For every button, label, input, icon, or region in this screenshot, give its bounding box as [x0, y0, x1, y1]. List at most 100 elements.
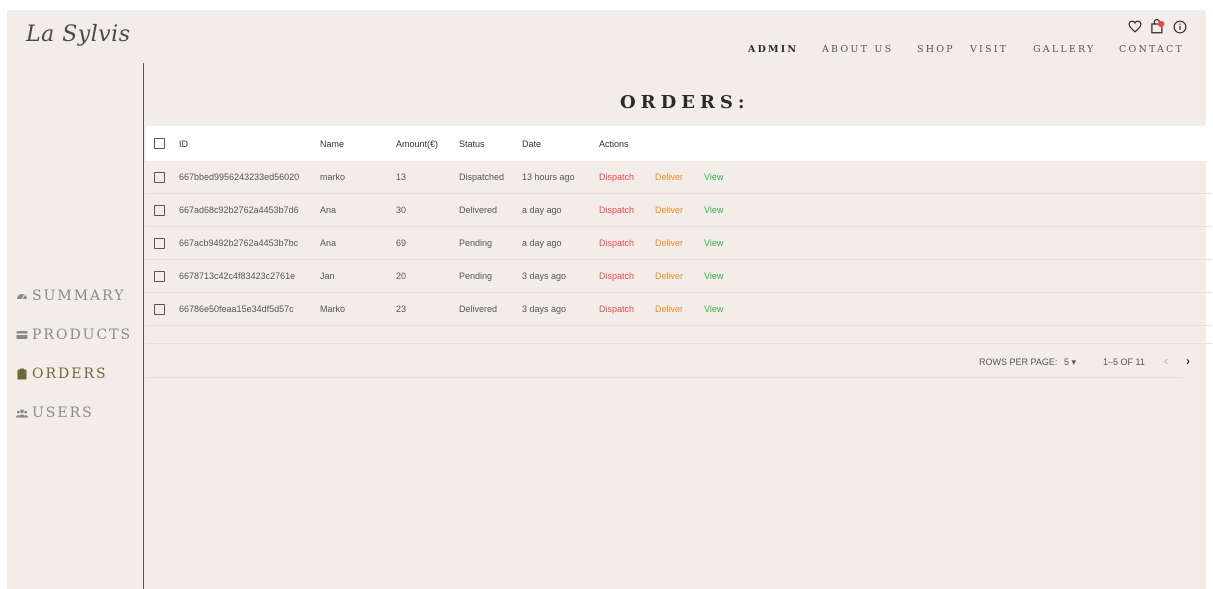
view-button[interactable]: View: [704, 271, 723, 281]
order-date: 13 hours ago: [522, 172, 575, 182]
table-spacer: [146, 326, 1212, 344]
order-status: Delivered: [459, 205, 498, 215]
deliver-button[interactable]: Deliver: [655, 205, 683, 215]
row-checkbox[interactable]: [154, 204, 165, 216]
nav-about-us[interactable]: ABOUT US: [822, 44, 917, 55]
deliver-button[interactable]: Deliver: [655, 304, 683, 314]
order-actions: Dispatch Deliver View: [599, 304, 744, 314]
column-header-id[interactable]: ID: [179, 139, 320, 149]
order-amount: 20: [396, 271, 407, 281]
order-date: a day ago: [522, 238, 562, 248]
column-header-date[interactable]: Date: [522, 139, 599, 149]
view-button[interactable]: View: [704, 304, 723, 314]
dispatch-button[interactable]: Dispatch: [599, 172, 634, 182]
deliver-button[interactable]: Deliver: [655, 172, 683, 182]
deliver-button[interactable]: Deliver: [655, 238, 683, 248]
table-header: ID Name Amount(€) Status Date Actions: [146, 126, 1212, 161]
order-name: Ana: [320, 238, 337, 248]
previous-page-button[interactable]: ‹: [1164, 354, 1168, 368]
main-nav: ADMIN ABOUT US SHOP VISIT GALLERY CONTAC…: [748, 44, 1184, 55]
heart-icon[interactable]: [1128, 20, 1142, 33]
sidebar-divider: [143, 63, 144, 589]
order-status: Delivered: [459, 304, 498, 314]
row-checkbox[interactable]: [154, 237, 165, 249]
nav-gallery[interactable]: GALLERY: [1033, 44, 1119, 55]
order-name: Jan: [320, 271, 335, 281]
select-all-checkbox[interactable]: [154, 138, 165, 149]
next-page-button[interactable]: ›: [1186, 354, 1190, 368]
order-date: 3 days ago: [522, 271, 567, 281]
column-header-amount[interactable]: Amount(€): [396, 139, 459, 149]
order-name: Marko: [320, 304, 346, 314]
nav-visit[interactable]: VISIT: [970, 44, 1033, 55]
order-status: Pending: [459, 238, 493, 248]
clipboard-icon: [16, 368, 28, 380]
users-icon: [16, 407, 28, 419]
row-checkbox[interactable]: [154, 171, 165, 183]
order-actions: Dispatch Deliver View: [599, 172, 744, 182]
deliver-button[interactable]: Deliver: [655, 271, 683, 281]
dispatch-button[interactable]: Dispatch: [599, 304, 634, 314]
dispatch-button[interactable]: Dispatch: [599, 271, 634, 281]
order-date: a day ago: [522, 205, 562, 215]
sidebar-item-summary[interactable]: SUMMARY: [16, 286, 132, 306]
nav-shop[interactable]: SHOP: [917, 44, 970, 55]
view-button[interactable]: View: [704, 238, 723, 248]
page-title: ORDERS:: [620, 92, 750, 113]
order-name: Ana: [320, 205, 337, 215]
nav-contact[interactable]: CONTACT: [1119, 44, 1184, 55]
order-id: 667bbed9956243233ed56020: [179, 172, 300, 182]
order-id: 667ad68c92b2762a4453b7d6: [179, 205, 299, 215]
table-row: 667bbed9956243233ed56020 marko 13 Dispat…: [146, 161, 1212, 194]
order-date: 3 days ago: [522, 304, 567, 314]
pagination-range: 1–5 OF 11: [1103, 357, 1145, 367]
row-checkbox[interactable]: [154, 303, 165, 315]
sidebar-item-label: ORDERS: [32, 366, 108, 382]
column-header-status[interactable]: Status: [459, 139, 522, 149]
info-icon[interactable]: [1173, 20, 1187, 34]
order-amount: 69: [396, 238, 407, 248]
sidebar-item-orders[interactable]: ORDERS: [16, 364, 132, 384]
order-id: 66786e50feaa15e34df5d57c: [179, 304, 294, 314]
order-amount: 30: [396, 205, 407, 215]
rows-per-page-label: ROWS PER PAGE:: [979, 357, 1058, 367]
column-header-actions: Actions: [599, 138, 629, 149]
table-row: 667acb9492b2762a4453b7bc Ana 69 Pending …: [146, 227, 1212, 260]
table-row: 6678713c42c4f83423c2761e Jan 20 Pending …: [146, 260, 1212, 293]
order-actions: Dispatch Deliver View: [599, 205, 744, 215]
table-row: 66786e50feaa15e34df5d57c Marko 23 Delive…: [146, 293, 1212, 326]
order-id: 6678713c42c4f83423c2761e: [179, 271, 296, 281]
order-amount: 13: [396, 172, 407, 182]
order-amount: 23: [396, 304, 407, 314]
dispatch-button[interactable]: Dispatch: [599, 205, 634, 215]
order-actions: Dispatch Deliver View: [599, 238, 744, 248]
dashboard-icon: [16, 290, 28, 302]
nav-admin[interactable]: ADMIN: [748, 44, 822, 55]
view-button[interactable]: View: [704, 172, 723, 182]
sidebar-item-products[interactable]: PRODUCTS: [16, 325, 132, 345]
order-actions: Dispatch Deliver View: [599, 271, 744, 281]
sidebar-item-label: SUMMARY: [32, 288, 126, 304]
rows-per-page-select[interactable]: 5 ▾: [1064, 357, 1076, 368]
shopping-bag-icon[interactable]: [1150, 19, 1165, 34]
order-status: Dispatched: [459, 172, 505, 182]
rows-per-page-value: 5: [1064, 357, 1070, 367]
view-button[interactable]: View: [704, 205, 723, 215]
row-checkbox[interactable]: [154, 270, 165, 282]
orders-table: ID Name Amount(€) Status Date Actions 66…: [146, 126, 1212, 344]
order-name: marko: [320, 172, 346, 182]
column-header-name[interactable]: Name: [320, 139, 396, 149]
header-icons: [1128, 19, 1187, 34]
dispatch-button[interactable]: Dispatch: [599, 238, 634, 248]
order-id: 667acb9492b2762a4453b7bc: [179, 238, 299, 248]
chevron-down-icon: ▾: [1071, 357, 1077, 367]
table-pagination: ROWS PER PAGE: 5 ▾ 1–5 OF 11 ‹ ›: [146, 345, 1190, 378]
sidebar-item-users[interactable]: USERS: [16, 403, 132, 423]
table-row: 667ad68c92b2762a4453b7d6 Ana 30 Delivere…: [146, 194, 1212, 227]
card-icon: [16, 329, 28, 341]
sidebar: SUMMARY PRODUCTS ORDERS USERS: [16, 286, 132, 442]
sidebar-item-label: PRODUCTS: [32, 327, 133, 343]
order-status: Pending: [459, 271, 493, 281]
site-logo[interactable]: La Sylvis: [26, 22, 131, 47]
sidebar-item-label: USERS: [32, 405, 94, 421]
